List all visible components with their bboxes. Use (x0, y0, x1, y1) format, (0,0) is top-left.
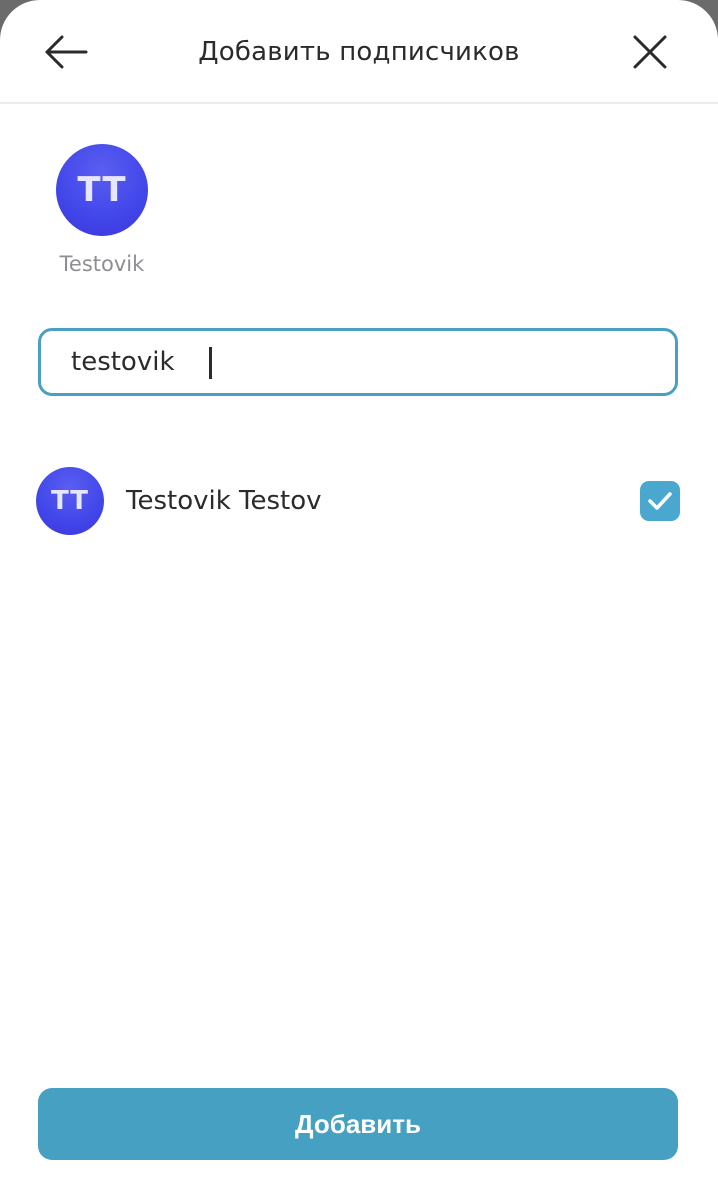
page-title: Добавить подписчиков (198, 37, 520, 67)
search-field[interactable] (38, 328, 678, 396)
result-user-name: Testovik Testov (126, 486, 322, 516)
text-caret (209, 347, 212, 379)
avatar: TT (56, 144, 148, 236)
avatar: TT (36, 467, 104, 535)
close-icon (633, 35, 667, 69)
list-item[interactable]: TT Testovik Testov (36, 466, 680, 536)
selected-user-name: Testovik (59, 252, 145, 276)
search-input[interactable] (71, 347, 631, 377)
checkmark-icon (648, 492, 672, 510)
add-button[interactable]: Добавить (38, 1088, 678, 1160)
close-button[interactable] (624, 26, 676, 78)
header: Добавить подписчиков (0, 0, 718, 104)
arrow-left-icon (45, 35, 88, 69)
selected-user-chip[interactable]: TT Testovik (40, 144, 164, 276)
checkbox-checked[interactable] (640, 481, 680, 521)
back-button[interactable] (38, 26, 94, 78)
add-subscribers-sheet: Добавить подписчиков TT Testovik TT Test… (0, 0, 718, 1200)
